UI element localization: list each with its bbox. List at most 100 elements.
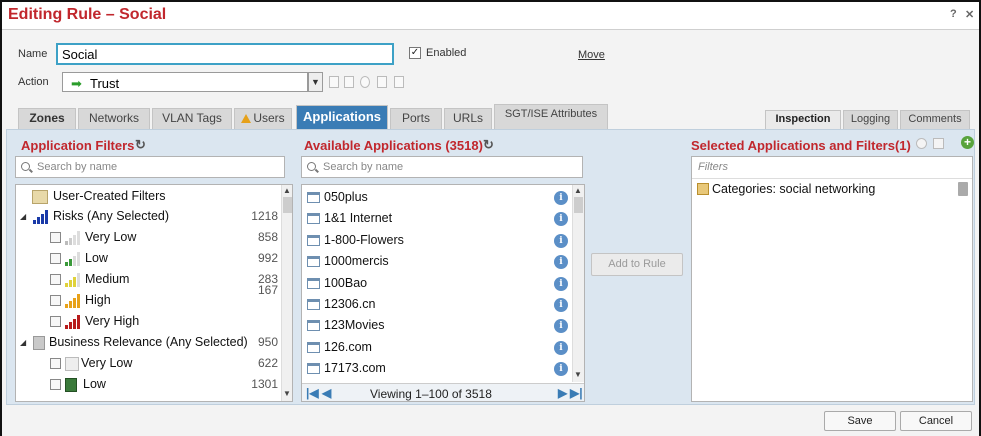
category-icon xyxy=(697,183,709,195)
tab-users[interactable]: Users xyxy=(234,108,292,129)
trash-icon[interactable] xyxy=(958,182,968,196)
list-item[interactable]: Medium 283 xyxy=(16,270,284,290)
refresh-icon[interactable]: ↻ xyxy=(483,137,494,153)
name-label: Name xyxy=(18,48,48,60)
tab-logging[interactable]: Logging xyxy=(843,110,898,129)
list-item[interactable]: User-Created Filters xyxy=(16,187,284,207)
cancel-button[interactable]: Cancel xyxy=(900,411,972,431)
tab-ports[interactable]: Ports xyxy=(390,108,442,129)
tab-comments[interactable]: Comments xyxy=(900,110,970,129)
list-item[interactable]: 1&1 Internet i xyxy=(302,208,572,229)
list-item[interactable]: Low 992 xyxy=(16,249,284,269)
first-page-icon[interactable]: |◀ xyxy=(306,386,319,400)
list-item[interactable]: 12306.cn i xyxy=(302,294,572,315)
info-icon[interactable]: i xyxy=(554,341,568,355)
add-icon[interactable]: + xyxy=(961,136,974,149)
shield-icon xyxy=(329,76,339,88)
previous-page-icon[interactable]: ◀ xyxy=(322,386,331,400)
selected-applications-title: Selected Applications and Filters(1) xyxy=(691,138,911,153)
list-item[interactable]: 126.com i xyxy=(302,337,572,358)
filter-checkbox[interactable] xyxy=(50,274,61,285)
refresh-icon[interactable]: ↻ xyxy=(135,137,146,153)
tab-networks[interactable]: Networks xyxy=(78,108,150,129)
info-icon[interactable]: i xyxy=(554,277,568,291)
low-relevance-icon xyxy=(65,378,77,392)
dialog-footer: Save Cancel xyxy=(2,406,979,436)
filter-checkbox[interactable] xyxy=(50,379,61,390)
list-item[interactable]: 17173.com i xyxy=(302,358,572,379)
low-risk-icon xyxy=(65,252,81,266)
very-low-relevance-icon xyxy=(65,357,79,371)
enabled-checkbox[interactable]: ✓ xyxy=(409,47,421,59)
filter-checkbox[interactable] xyxy=(50,232,61,243)
tab-inspection[interactable]: Inspection xyxy=(765,110,841,129)
warning-icon xyxy=(241,114,252,123)
info-icon[interactable]: i xyxy=(554,212,568,226)
list-item[interactable]: Low 1301 xyxy=(16,375,284,395)
list-item[interactable]: Categories: social networking xyxy=(692,178,972,200)
tab-urls[interactable]: URLs xyxy=(444,108,492,129)
action-select[interactable]: ➡ Trust xyxy=(62,72,308,92)
magnifier-icon xyxy=(916,138,927,149)
filters-search-input[interactable]: Search by name xyxy=(15,156,285,178)
very-high-risk-icon xyxy=(65,315,81,329)
applications-search-input[interactable]: Search by name xyxy=(301,156,583,178)
applications-scrollbar[interactable]: ▲ ▼ xyxy=(572,185,584,382)
search-icon xyxy=(307,162,316,171)
list-item[interactable]: 1000mercis i xyxy=(302,251,572,272)
list-item[interactable]: 100Bao i xyxy=(302,273,572,294)
info-icon[interactable]: i xyxy=(554,298,568,312)
expand-arrow-icon: ◢ xyxy=(20,212,27,221)
help-icon[interactable]: ? xyxy=(950,8,957,20)
list-item[interactable]: Very Low 858 xyxy=(16,228,284,248)
applications-tab-content: Application Filters ↻ Search by name Use… xyxy=(6,129,975,405)
last-page-icon[interactable]: ▶| xyxy=(570,386,583,400)
filters-input[interactable]: Filters xyxy=(698,161,728,173)
action-value: Trust xyxy=(90,76,120,91)
tab-applications[interactable]: Applications xyxy=(296,105,388,129)
list-item[interactable]: 1-800-Flowers i xyxy=(302,230,572,251)
filter-checkbox[interactable] xyxy=(50,316,61,327)
save-button[interactable]: Save xyxy=(824,411,896,431)
risk-bars-icon xyxy=(33,210,49,224)
filters-scrollbar[interactable]: ▲ ▼ xyxy=(281,185,292,401)
next-page-icon[interactable]: ▶ xyxy=(558,386,567,400)
pagination-bar: |◀ ◀ Viewing 1–100 of 3518 ▶ ▶| xyxy=(302,383,584,401)
chevron-down-icon[interactable]: ▼ xyxy=(308,72,323,92)
tab-sgt-ise-attributes[interactable]: SGT/ISE Attributes xyxy=(494,104,608,129)
title-bar: Editing Rule – Social ? ✕ xyxy=(2,2,979,30)
close-icon[interactable]: ✕ xyxy=(965,8,974,21)
list-item[interactable]: ◢ Business Relevance (Any Selected) 950 xyxy=(16,333,284,353)
filter-checkbox[interactable] xyxy=(50,295,61,306)
applications-search-placeholder: Search by name xyxy=(323,161,404,173)
list-item[interactable]: Very High xyxy=(16,312,284,332)
list-item[interactable]: Very Low 622 xyxy=(16,354,284,374)
name-input[interactable] xyxy=(56,43,394,65)
list-item[interactable]: 050plus i xyxy=(302,187,572,208)
filter-checkbox[interactable] xyxy=(50,253,61,264)
enabled-label: Enabled xyxy=(426,47,467,59)
medium-risk-icon xyxy=(65,273,81,287)
info-icon[interactable]: i xyxy=(554,234,568,248)
info-icon[interactable]: i xyxy=(554,362,568,376)
dialog-title: Editing Rule – Social xyxy=(8,6,167,23)
move-link[interactable]: Move xyxy=(578,49,605,61)
filter-checkbox[interactable] xyxy=(50,358,61,369)
list-item[interactable]: High 167 xyxy=(16,283,284,311)
available-applications-title: Available Applications (3518) xyxy=(304,138,483,153)
applications-list: 050plus i 1&1 Internet i 1-800-Flowers i 10… xyxy=(301,184,585,402)
filters-tree: User-Created Filters ◢ Risks (Any Select… xyxy=(15,184,293,402)
trust-arrow-icon: ➡ xyxy=(71,76,82,91)
list-item[interactable]: 123Movies i xyxy=(302,315,572,336)
pager-text: Viewing 1–100 of 3518 xyxy=(370,387,492,401)
tab-zones[interactable]: Zones xyxy=(18,108,76,129)
rule-form: Name ✓ Enabled Move Action ➡ Trust ▼ xyxy=(2,31,979,103)
list-item[interactable]: ◢ Risks (Any Selected) 1218 xyxy=(16,207,284,227)
filters-search-placeholder: Search by name xyxy=(37,161,118,173)
tab-vlan-tags[interactable]: VLAN Tags xyxy=(152,108,232,129)
search-icon xyxy=(21,162,30,171)
add-to-rule-button[interactable]: Add to Rule xyxy=(591,253,683,276)
info-icon[interactable]: i xyxy=(554,319,568,333)
info-icon[interactable]: i xyxy=(554,255,568,269)
info-icon[interactable]: i xyxy=(554,191,568,205)
